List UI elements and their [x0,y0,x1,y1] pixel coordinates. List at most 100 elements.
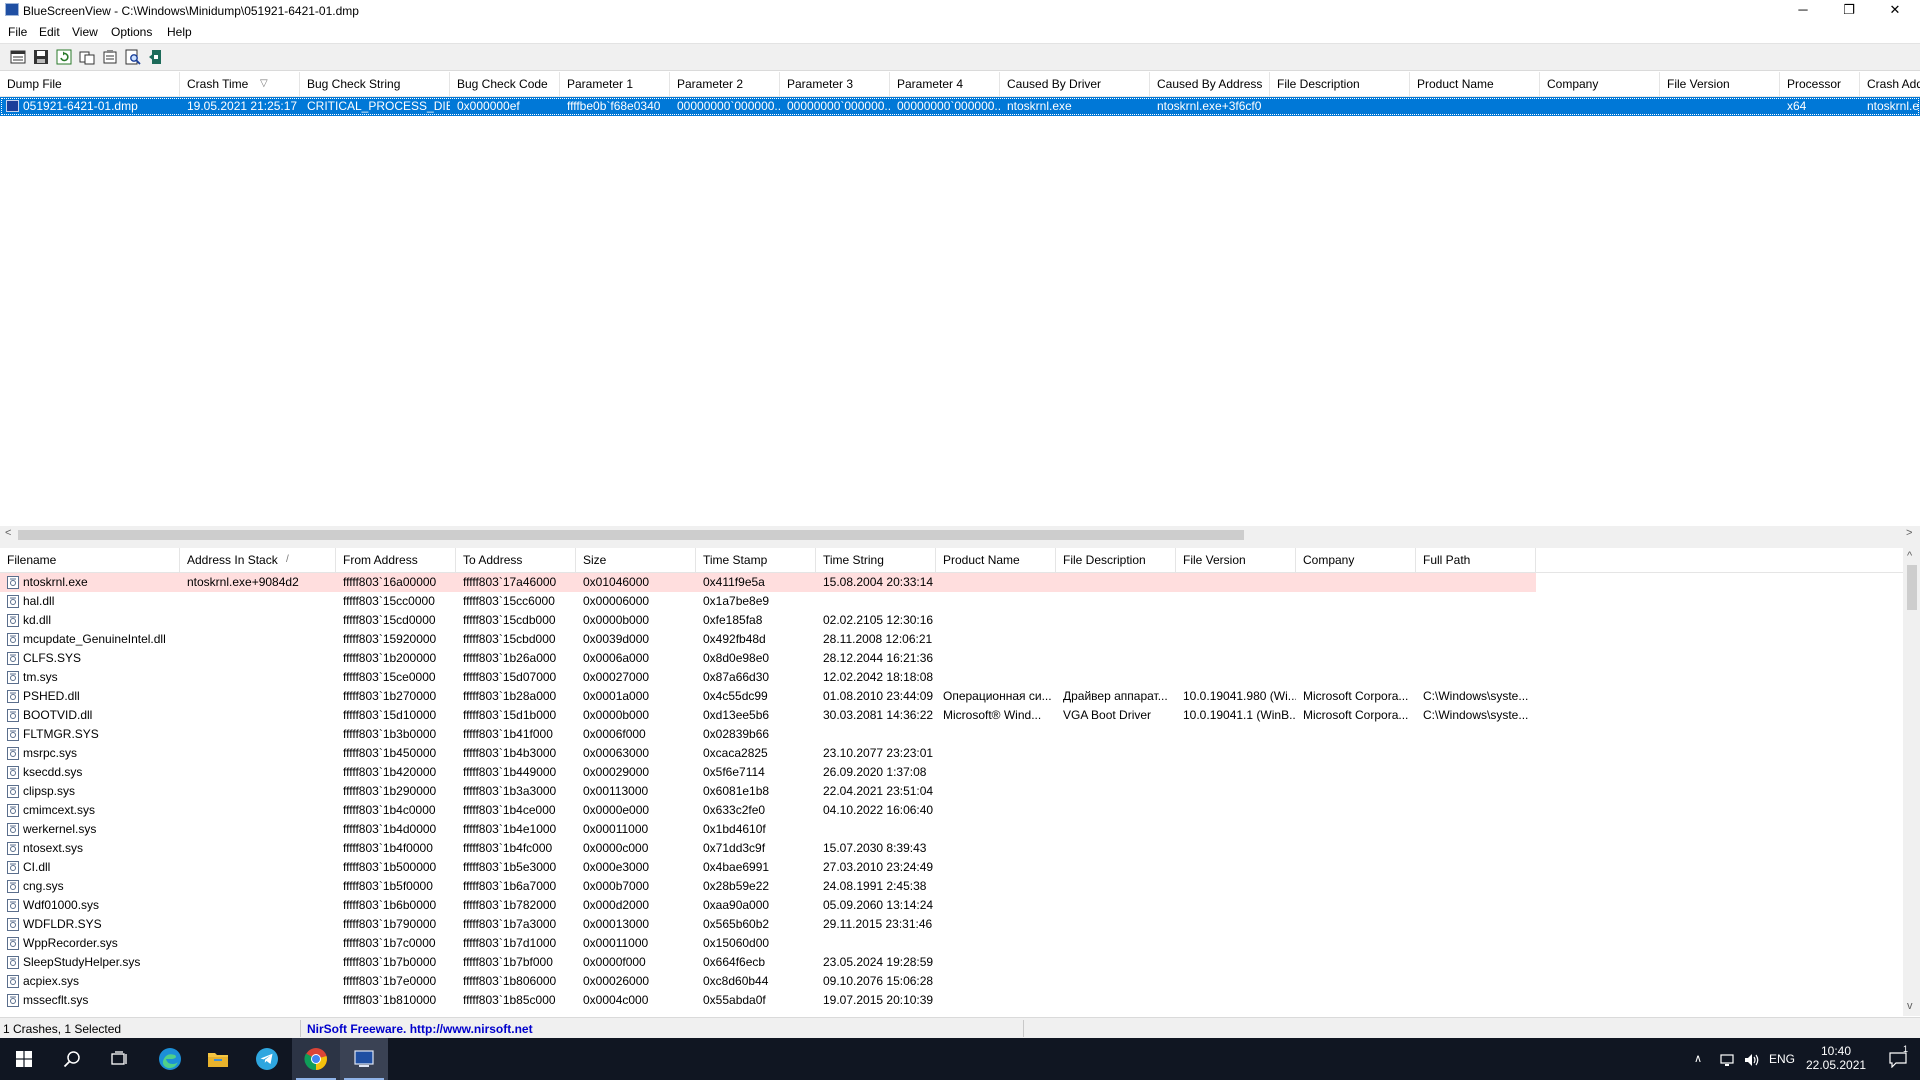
cell-time-string [816,934,936,953]
scroll-right-icon[interactable]: > [1906,527,1912,539]
vscroll-thumb[interactable] [1907,565,1917,610]
col-crash-time[interactable]: Crash Time ▽ [180,72,300,96]
html-report-icon[interactable] [9,48,27,66]
driver-row[interactable]: mcupdate_GenuineIntel.dll fffff803`159200… [0,630,1536,649]
menu-file[interactable]: File [8,25,27,39]
driver-row[interactable]: WDFLDR.SYS fffff803`1b790000 fffff803`1b7a… [0,915,1536,934]
driver-row[interactable]: clipsp.sys fffff803`1b290000 fffff803`1b3a… [0,782,1536,801]
driver-row[interactable]: werkernel.sys fffff803`1b4d0000 fffff803`1… [0,820,1536,839]
col-file-version[interactable]: File Version [1176,548,1296,572]
search-icon[interactable] [48,1038,96,1080]
col-file-description[interactable]: File Description [1056,548,1176,572]
driver-row[interactable]: BOOTVID.dll fffff803`15d10000 fffff803`15d… [0,706,1536,725]
driver-row[interactable]: acpiex.sys fffff803`1b7e0000 fffff803`1b80… [0,972,1536,991]
scroll-up-icon[interactable]: ^ [1907,550,1912,562]
col-parameter-4[interactable]: Parameter 4 [890,72,1000,96]
notification-count: 1 [1903,1044,1909,1054]
task-view-icon[interactable] [96,1038,144,1080]
col-file-version[interactable]: File Version [1660,72,1780,96]
clock[interactable]: 10:40 22.05.2021 [1806,1038,1866,1086]
driver-row[interactable]: cng.sys fffff803`1b5f0000 fffff803`1b6a700… [0,877,1536,896]
col-parameter-3[interactable]: Parameter 3 [780,72,890,96]
copy-icon[interactable] [78,48,96,66]
col-to-address[interactable]: To Address [456,548,576,572]
col-product-name[interactable]: Product Name [1410,72,1540,96]
language-indicator[interactable]: ENG [1769,1038,1795,1080]
col-crash-address[interactable]: Crash Add [1860,72,1920,96]
driver-row[interactable]: kd.dll fffff803`15cd0000 fffff803`15cdb000… [0,611,1536,630]
col-product-name[interactable]: Product Name [936,548,1056,572]
col-caused-by-driver[interactable]: Caused By Driver [1000,72,1150,96]
edge-icon[interactable] [146,1038,194,1080]
col-processor[interactable]: Processor [1780,72,1860,96]
hscroll-thumb[interactable] [18,530,1244,540]
file-explorer-icon[interactable] [194,1038,242,1080]
driver-row[interactable]: WppRecorder.sys fffff803`1b7c0000 fffff803… [0,934,1536,953]
col-parameter-2[interactable]: Parameter 2 [670,72,780,96]
cell-file-description [1056,801,1176,820]
volume-icon[interactable] [1744,1038,1760,1080]
telegram-icon[interactable] [243,1038,291,1080]
col-address-in-stack[interactable]: Address In Stack / [180,548,336,572]
notification-icon[interactable]: 1 [1878,1038,1918,1080]
driver-row[interactable]: ntosext.sys fffff803`1b4f0000 fffff803`1b4… [0,839,1536,858]
driver-row[interactable]: cmimcext.sys fffff803`1b4c0000 fffff803`1b… [0,801,1536,820]
properties-icon[interactable] [101,48,119,66]
col-time-string[interactable]: Time String [816,548,936,572]
driver-list[interactable]: Filename Address In Stack / From Address … [0,548,1903,1016]
col-caused-by-address[interactable]: Caused By Address [1150,72,1270,96]
chrome-icon[interactable] [292,1038,340,1080]
scroll-down-icon[interactable]: v [1907,1000,1913,1012]
driver-row[interactable]: CLFS.SYS fffff803`1b200000 fffff803`1b26a0… [0,649,1536,668]
cell-full-path [1416,991,1536,1010]
network-icon[interactable] [1720,1038,1736,1080]
col-time-stamp[interactable]: Time Stamp [696,548,816,572]
close-button[interactable]: ✕ [1872,0,1918,22]
col-bug-check-code[interactable]: Bug Check Code [450,72,560,96]
crash-list[interactable]: Dump File Crash Time ▽ Bug Check String B… [0,72,1920,526]
driver-row[interactable]: PSHED.dll fffff803`1b270000 fffff803`1b28a… [0,687,1536,706]
col-company[interactable]: Company [1540,72,1660,96]
driver-row[interactable]: msrpc.sys fffff803`1b450000 fffff803`1b4b3… [0,744,1536,763]
exit-icon[interactable] [147,48,165,66]
driver-row[interactable]: ntoskrnl.exe ntoskrnl.exe+9084d2 fffff803`… [0,573,1536,592]
col-filename[interactable]: Filename [0,548,180,572]
save-icon[interactable] [32,48,50,66]
menu-view[interactable]: View [72,25,98,39]
col-full-path[interactable]: Full Path [1416,548,1536,572]
bluescreenview-icon[interactable] [340,1038,388,1080]
start-icon[interactable] [0,1038,48,1080]
driver-row[interactable]: ksecdd.sys fffff803`1b420000 fffff803`1b44… [0,763,1536,782]
driver-row[interactable]: FLTMGR.SYS fffff803`1b3b0000 fffff803`1b41… [0,725,1536,744]
crash-list-hscrollbar[interactable]: < > [0,526,1920,543]
menu-options[interactable]: Options [111,25,152,39]
tray-overflow-icon[interactable]: ∧ [1694,1038,1702,1080]
col-bug-check-string[interactable]: Bug Check String [300,72,450,96]
scroll-left-icon[interactable]: < [5,527,11,539]
menu-edit[interactable]: Edit [39,25,60,39]
find-icon[interactable] [124,48,142,66]
cell-size: 0x0000b000 [583,613,650,627]
driver-row[interactable]: Wdf01000.sys fffff803`1b6b0000 fffff803`1b… [0,896,1536,915]
driver-row[interactable]: tm.sys fffff803`15ce0000 fffff803`15d07000… [0,668,1536,687]
col-from-address[interactable]: From Address [336,548,456,572]
driver-row[interactable]: mssecflt.sys fffff803`1b810000 fffff803`1b… [0,991,1536,1010]
crash-row[interactable]: 051921-6421-01.dmp 19.05.2021 21:25:17 C… [0,97,1920,116]
cell-file-description [1056,972,1176,991]
col-company[interactable]: Company [1296,548,1416,572]
menu-help[interactable]: Help [167,25,192,39]
driver-row[interactable]: hal.dll fffff803`15cc0000 fffff803`15cc600… [0,592,1536,611]
restore-button[interactable]: ❐ [1826,0,1872,22]
col-dump-file[interactable]: Dump File [0,72,180,96]
driver-list-vscrollbar[interactable]: ^ v [1903,548,1920,1016]
minimize-button[interactable]: ─ [1780,0,1826,22]
driver-row[interactable]: CI.dll fffff803`1b500000 fffff803`1b5e3000… [0,858,1536,877]
col-parameter-1[interactable]: Parameter 1 [560,72,670,96]
col-size[interactable]: Size [576,548,696,572]
cell-file-description [1056,573,1176,592]
col-file-description[interactable]: File Description [1270,72,1410,96]
nirsoft-link[interactable]: NirSoft Freeware. http://www.nirsoft.net [307,1022,533,1036]
refresh-icon[interactable] [55,48,73,66]
cell-time-stamp: 0xfe185fa8 [703,613,763,627]
driver-row[interactable]: SleepStudyHelper.sys fffff803`1b7b0000 fff… [0,953,1536,972]
